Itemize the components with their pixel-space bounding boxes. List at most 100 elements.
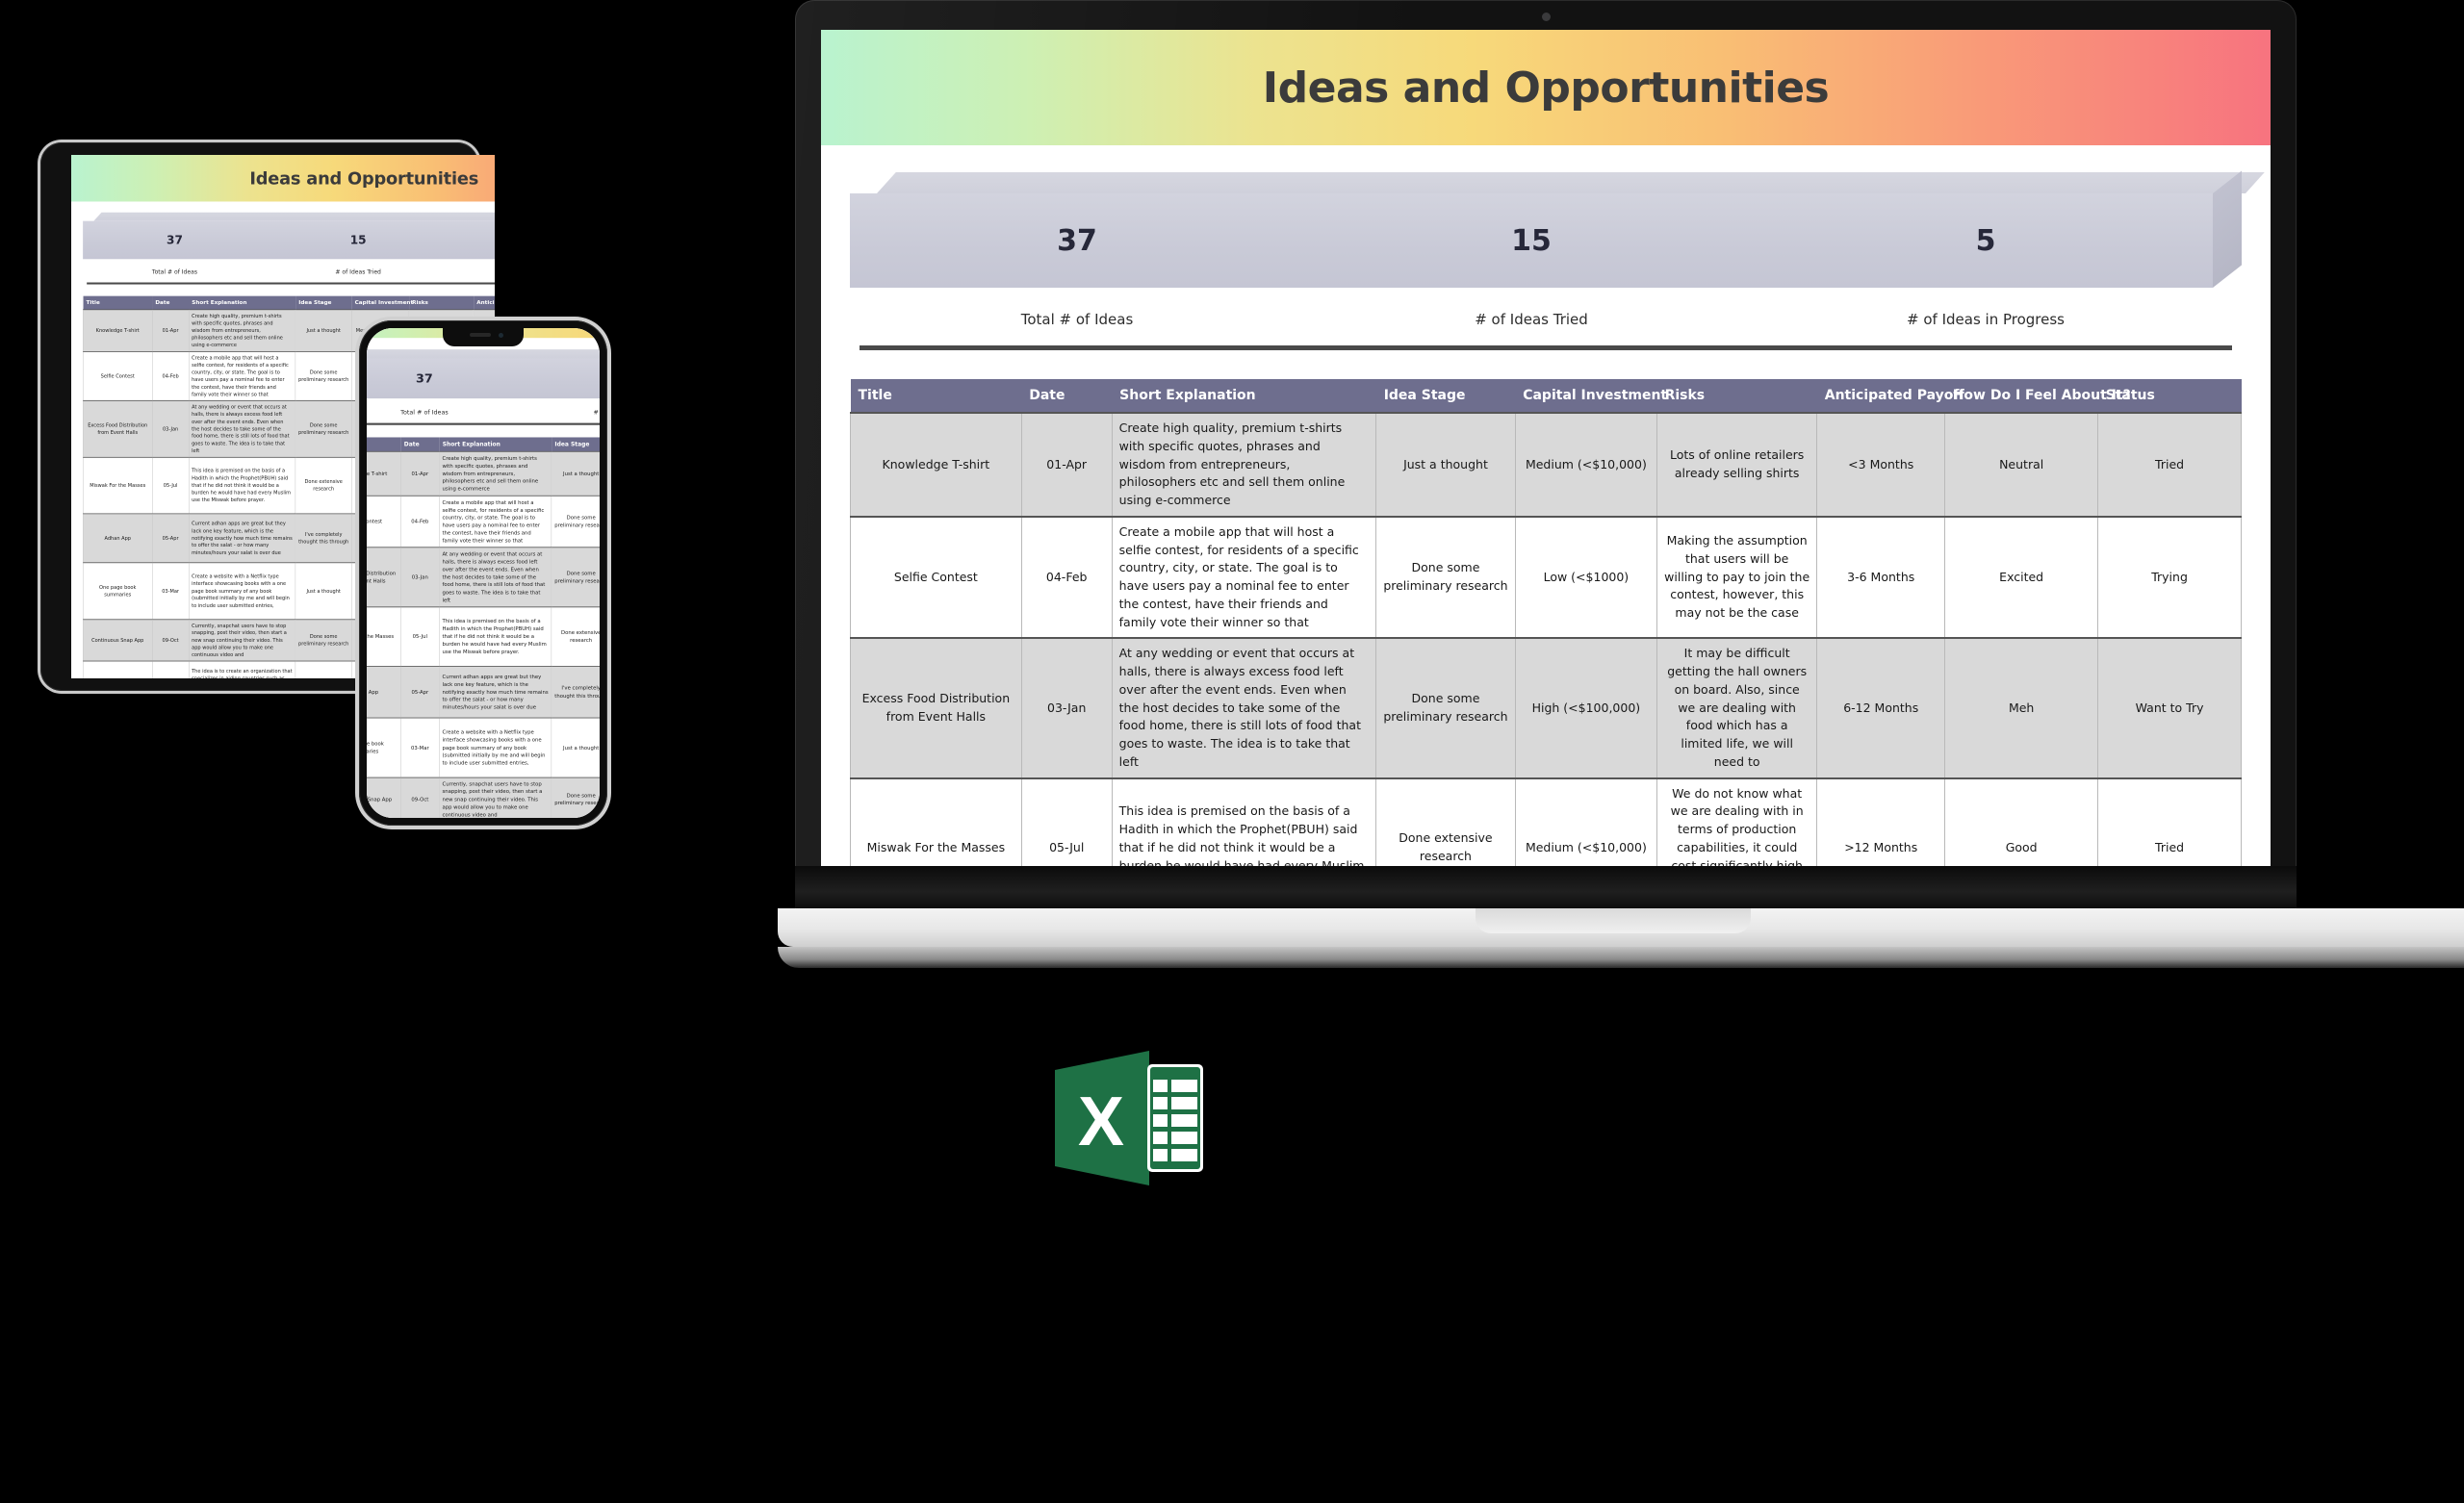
cell-date[interactable]: 03-Jan xyxy=(1020,637,1113,779)
column-header[interactable]: Status xyxy=(2097,379,2242,413)
cell-stage[interactable]: Just a thought xyxy=(1375,412,1516,518)
column-header[interactable]: Idea Stage xyxy=(1375,379,1516,413)
table-row[interactable]: Excess Food Distribution from Event Hall… xyxy=(850,637,2242,779)
cell-title[interactable]: Miswak For the Masses xyxy=(367,606,401,667)
cell-stage[interactable]: Done extensive research xyxy=(551,606,600,667)
cell-capital[interactable]: Medium (<$10,000) xyxy=(1514,412,1658,518)
cell-capital[interactable]: High (<$100,000) xyxy=(1514,637,1658,779)
cell-feel[interactable]: Neutral xyxy=(1944,412,2099,518)
laptop-screen[interactable]: Ideas and Opportunities 37 15 5 Total # of I… xyxy=(821,30,2271,896)
cell-date[interactable]: 09-Oct xyxy=(400,777,440,818)
table-row[interactable]: Continuous Snap App09-OctCurrently, snap… xyxy=(367,777,600,818)
cell-date[interactable]: 01-Apr xyxy=(400,450,440,497)
cell-feel[interactable]: Excited xyxy=(1944,516,2099,639)
cell-explanation[interactable]: Create a website with a Netflix type int… xyxy=(439,717,552,778)
microsoft-excel-icon[interactable]: X xyxy=(1047,1041,1211,1195)
cell-date[interactable]: 01-Apr xyxy=(1020,412,1113,518)
column-header[interactable]: Short Explanation xyxy=(1112,379,1376,413)
cell-title[interactable]: Continuous Snap App xyxy=(367,777,401,818)
cell-title[interactable]: One page book summaries xyxy=(367,717,401,778)
cell-date[interactable]: 02-Dec xyxy=(151,660,190,678)
cell-explanation[interactable]: This idea is premised on the basis of a … xyxy=(439,606,552,667)
cell-title[interactable]: Excess Food Distribution from Event Hall… xyxy=(83,400,153,458)
cell-title[interactable]: One page book summaries xyxy=(83,562,153,620)
table-row[interactable]: Knowledge T-shirt01-AprCreate high quali… xyxy=(367,450,600,497)
column-header[interactable]: Idea Stage xyxy=(295,295,352,310)
cell-title[interactable]: Excess Food Distribution from Event Hall… xyxy=(850,637,1022,779)
cell-date[interactable]: 01-Apr xyxy=(151,309,190,352)
cell-explanation[interactable]: The idea is to create an organization th… xyxy=(188,660,296,678)
table-row[interactable]: One page book summaries03-MarCreate a we… xyxy=(367,717,600,778)
cell-explanation[interactable]: At any wedding or event that occurs at h… xyxy=(1111,637,1377,779)
cell-title[interactable]: Adhan App xyxy=(83,513,153,564)
cell-payoff[interactable]: 3-6 Months xyxy=(1816,516,1946,639)
cell-stage[interactable]: Done extensive research xyxy=(295,456,352,514)
column-header[interactable]: Capital Investment xyxy=(1515,379,1667,413)
cell-explanation[interactable]: Create a mobile app that will host a sel… xyxy=(1111,516,1377,639)
cell-date[interactable]: 05-Apr xyxy=(151,513,190,564)
cell-date[interactable]: 05-Apr xyxy=(400,665,440,719)
cell-payoff[interactable]: 6-12 Months xyxy=(1816,637,1946,779)
column-header[interactable]: How Do I Feel About It? xyxy=(1944,379,2131,413)
cell-explanation[interactable]: Create high quality, premium t-shirts wi… xyxy=(1111,412,1377,518)
cell-title[interactable]: Continuous Snap App xyxy=(83,619,153,662)
phone-screen[interactable]: Ideas and Opportunities37155Total # of I… xyxy=(367,328,600,818)
cell-stage[interactable]: Done some preliminary research xyxy=(295,351,352,401)
cell-title[interactable]: Knowledge T-shirt xyxy=(83,309,153,352)
cell-explanation[interactable]: Create high quality, premium t-shirts wi… xyxy=(439,450,552,497)
cell-date[interactable]: 05-Jul xyxy=(400,606,440,667)
column-header[interactable]: Title xyxy=(83,295,153,310)
cell-explanation[interactable]: Create a website with a Netflix type int… xyxy=(188,562,296,620)
cell-status[interactable]: Want to Try xyxy=(2097,637,2242,779)
cell-feel[interactable]: Meh xyxy=(1944,637,2099,779)
cell-explanation[interactable]: Currently, snapchat users have to stop s… xyxy=(439,777,552,818)
cell-date[interactable]: 04-Feb xyxy=(1020,516,1113,639)
cell-date[interactable]: 09-Oct xyxy=(151,619,190,662)
cell-title[interactable]: Selfie Contest xyxy=(367,495,401,548)
cell-date[interactable]: 03-Mar xyxy=(151,562,190,620)
cell-stage[interactable]: Just a thought xyxy=(551,450,600,497)
cell-title[interactable]: Adhan App xyxy=(367,665,401,719)
cell-risks[interactable]: Lots of online retailers already selling… xyxy=(1656,412,1818,518)
cell-explanation[interactable]: At any wedding or event that occurs at h… xyxy=(188,400,296,458)
column-header[interactable]: Risks xyxy=(408,295,475,310)
cell-status[interactable]: Tried xyxy=(2097,412,2242,518)
cell-title[interactable]: Excess Food Distribution from Event Hall… xyxy=(367,547,401,608)
cell-stage[interactable]: I've completely thought this through xyxy=(551,665,600,719)
column-header[interactable]: Date xyxy=(1021,379,1113,413)
cell-payoff[interactable]: <3 Months xyxy=(1816,412,1946,518)
column-header[interactable]: Date xyxy=(152,295,190,310)
column-header[interactable]: Title xyxy=(850,379,1022,413)
cell-title[interactable]: Miswak For the Masses xyxy=(83,456,153,514)
cell-stage[interactable]: Done some preliminary research xyxy=(1375,637,1516,779)
cell-date[interactable]: 04-Feb xyxy=(151,351,190,401)
table-row[interactable]: Selfie Contest04-FebCreate a mobile app … xyxy=(850,516,2242,639)
column-header[interactable]: Idea Stage xyxy=(551,437,600,452)
cell-stage[interactable]: I've completely thought this through xyxy=(295,513,352,564)
cell-title[interactable]: Selfie Contest xyxy=(850,516,1022,639)
cell-stage[interactable]: Done some preliminary research xyxy=(551,777,600,818)
cell-explanation[interactable]: Current adhan apps are great but they la… xyxy=(188,513,296,564)
column-header[interactable]: Risks xyxy=(1656,379,1817,413)
column-header[interactable]: Title xyxy=(367,437,401,452)
cell-date[interactable]: 04-Feb xyxy=(400,495,440,548)
cell-risks[interactable]: Making the assumption that users will be… xyxy=(1656,516,1818,639)
cell-stage[interactable]: Done some preliminary research xyxy=(1375,516,1516,639)
cell-stage[interactable]: Done some preliminary research xyxy=(551,547,600,608)
column-header[interactable]: Date xyxy=(400,437,440,452)
cell-date[interactable]: 03-Jan xyxy=(400,547,440,608)
table-row[interactable]: Knowledge T-shirt01-AprCreate high quali… xyxy=(850,412,2242,518)
cell-title[interactable]: Knowledge T-shirt xyxy=(850,412,1022,518)
cell-stage[interactable]: Just a thought xyxy=(551,717,600,778)
table-row[interactable]: Miswak For the Masses05-JulThis idea is … xyxy=(367,606,600,667)
ideas-table[interactable]: TitleDateShort ExplanationIdea StageCapi… xyxy=(850,379,2242,896)
column-header[interactable]: Short Explanation xyxy=(189,295,295,310)
ideas-table[interactable]: TitleDateShort ExplanationIdea StageCapi… xyxy=(367,437,600,818)
cell-status[interactable]: Trying xyxy=(2097,516,2242,639)
cell-explanation[interactable]: This idea is premised on the basis of a … xyxy=(188,456,296,514)
cell-date[interactable]: 03-Jan xyxy=(151,400,190,458)
cell-stage[interactable]: Done some preliminary research xyxy=(295,400,352,458)
column-header[interactable]: Short Explanation xyxy=(439,437,552,452)
cell-title[interactable]: For profit charitable organization xyxy=(83,660,153,678)
cell-stage[interactable]: Done some preliminary research xyxy=(295,660,352,678)
